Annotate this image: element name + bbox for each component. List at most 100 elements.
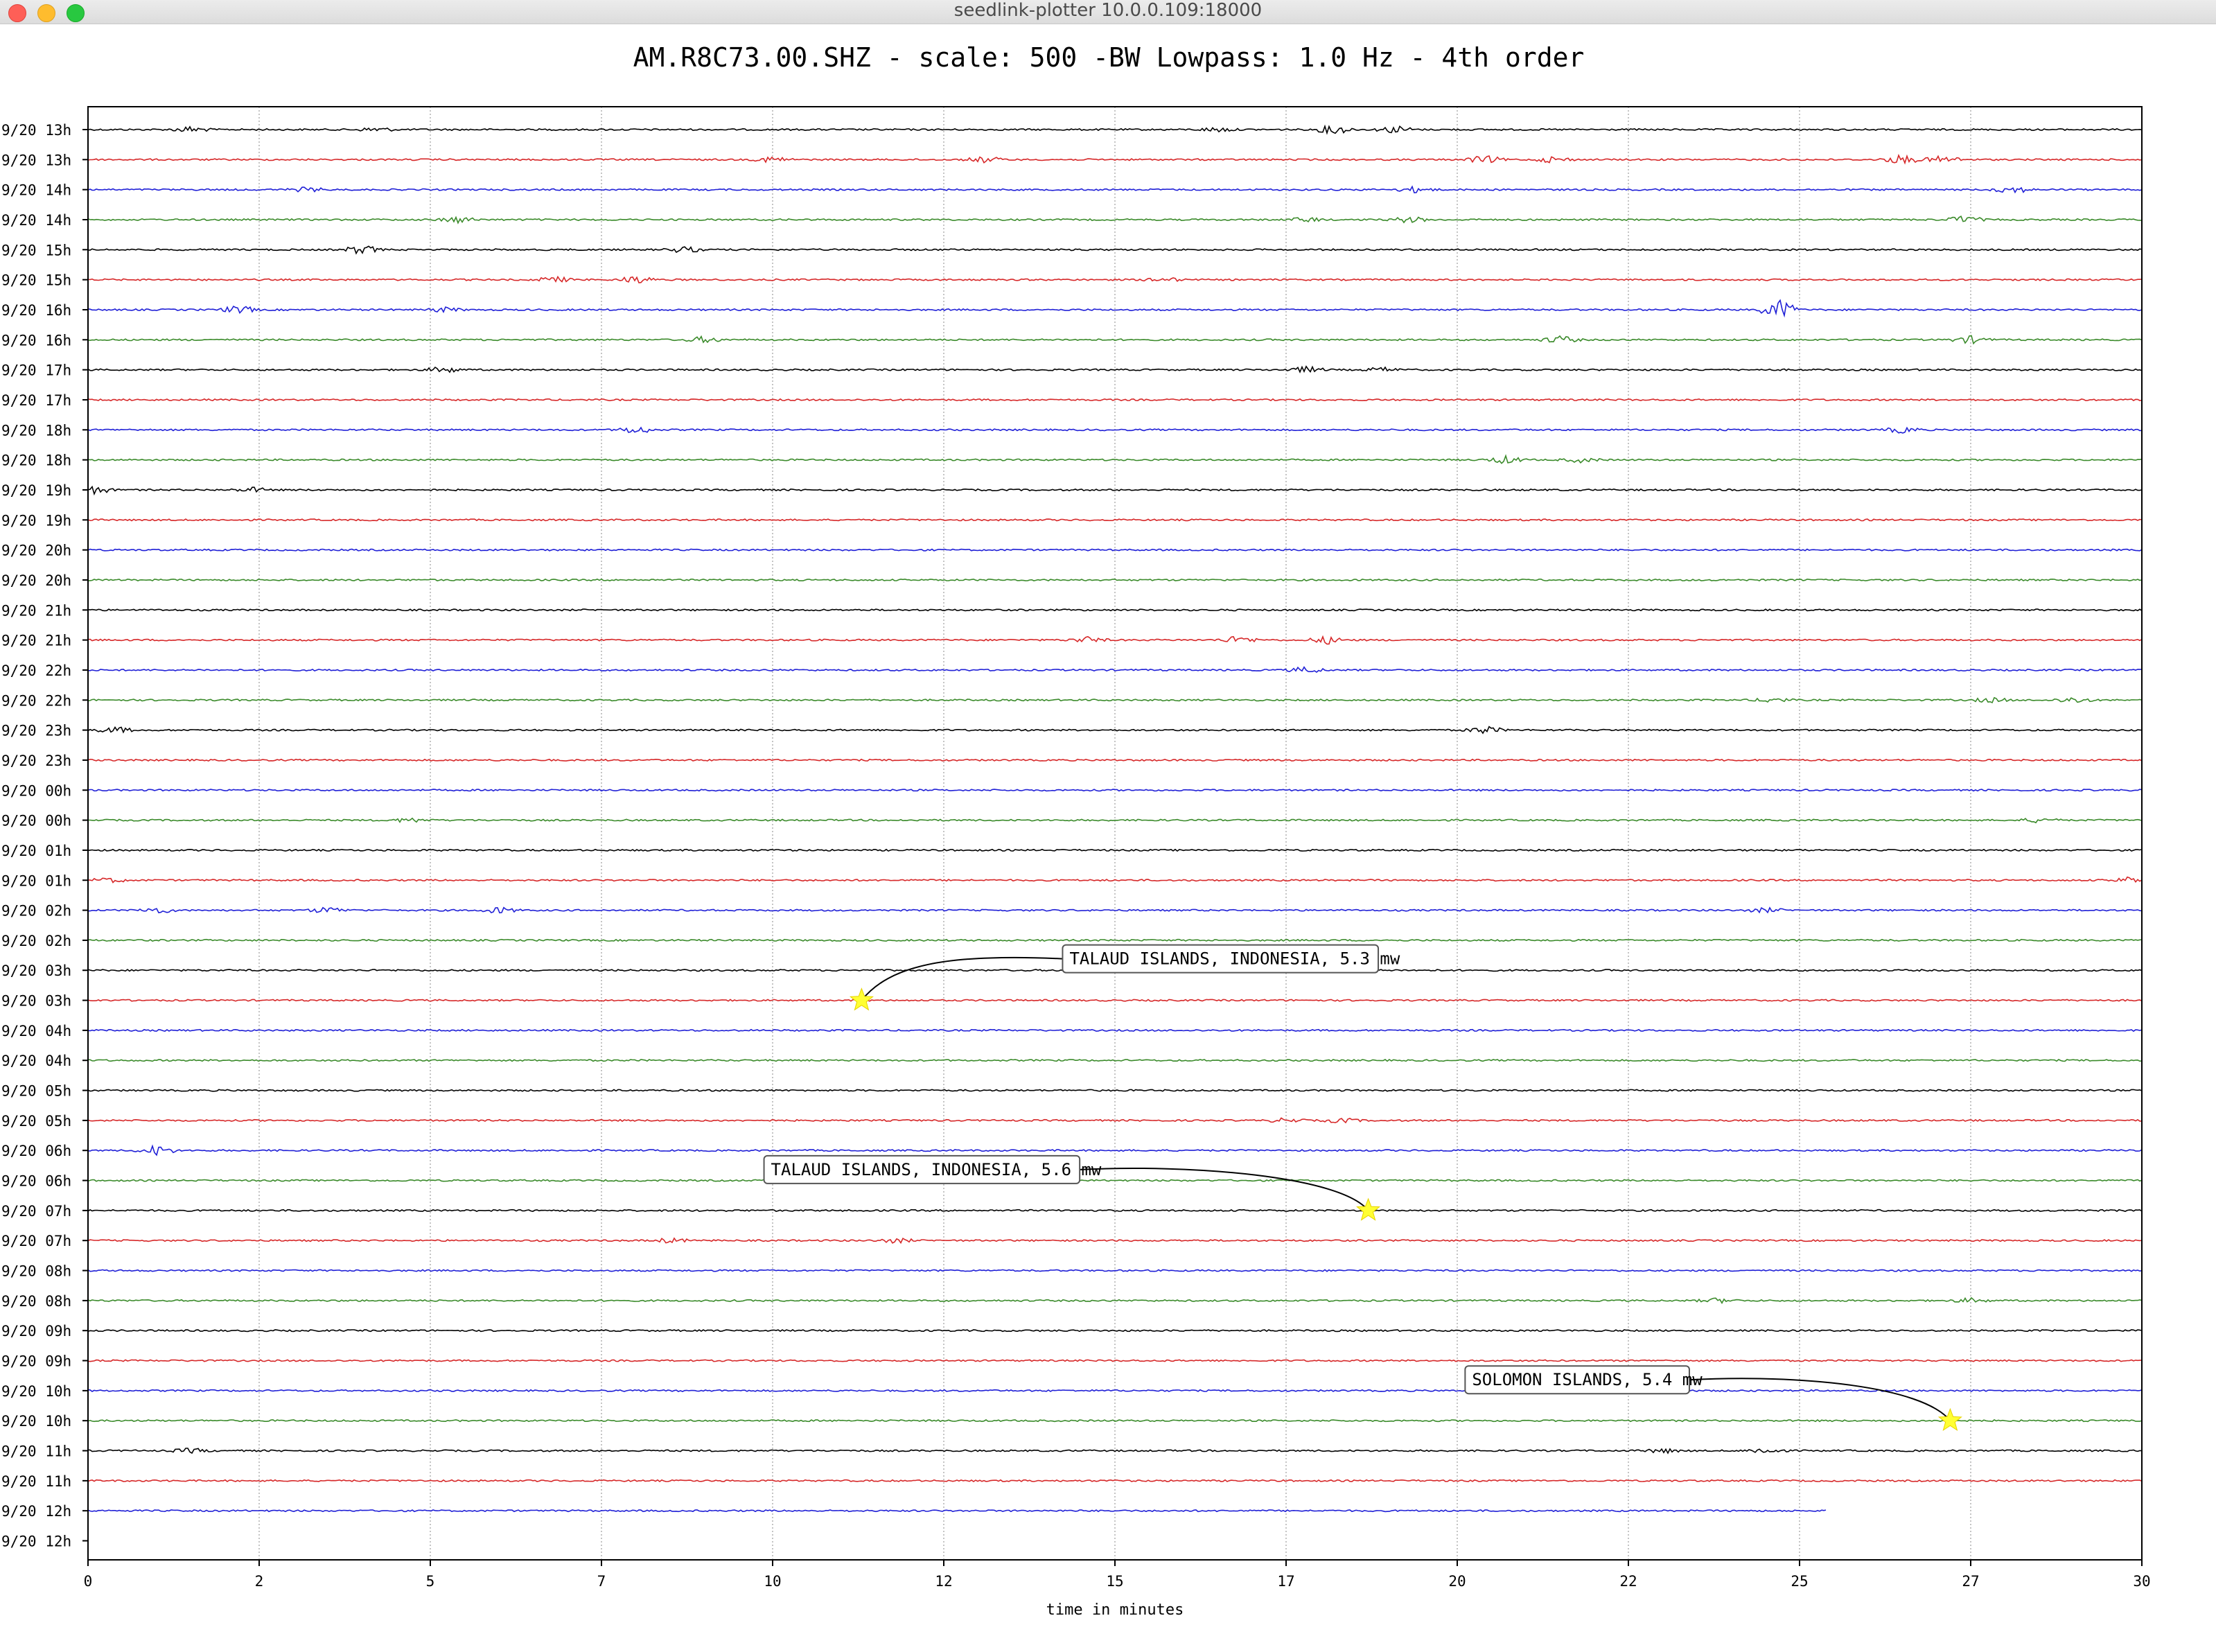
event-annotations: TALAUD ISLANDS, INDONESIA, 5.3 mw TALAUD … [763,944,1962,1432]
row-label: 9/20 23h [1,753,71,769]
row-label: 9/20 12h [1,1503,71,1520]
row-label: 9/20 12h [1,1534,71,1550]
event-label: TALAUD ISLANDS, INDONESIA, 5.3 mw [1069,949,1400,969]
row-label: 9/20 15h [1,272,71,289]
seismic-trace [87,1509,1827,1513]
seismic-trace [87,1269,2143,1272]
seismic-trace [87,1237,2143,1245]
plot-frame [87,106,2143,1561]
row-label: 9/20 05h [1,1113,71,1130]
row-label: 9/20 13h [1,122,71,139]
seismic-trace [88,1389,2143,1393]
x-tick-label: 30 [2133,1573,2150,1590]
row-label: 9/20 16h [1,332,71,349]
row-label: 9/20 06h [1,1173,71,1190]
seismic-trace [87,485,2143,496]
event-label: SOLOMON ISLANDS, 5.4 mw [1472,1370,1703,1389]
seismic-trace [87,1089,2143,1092]
event-star-icon [1937,1407,1962,1432]
row-label: 9/20 11h [1,1443,71,1460]
window-title: seedlink-plotter 10.0.0.109:18000 [953,0,1263,21]
event-connector-line [1080,1168,1369,1211]
row-label: 9/20 17h [1,392,71,409]
row-label: 9/20 02h [1,933,71,949]
row-label: 9/20 23h [1,723,71,739]
seismic-trace [87,1209,2143,1213]
row-label: 9/20 10h [1,1413,71,1430]
row-label: 9/20 00h [1,782,71,799]
row-labels: 9/20 13h 9/20 13h 9/20 14h 9/20 14h 9/20 15h… [1,122,88,1550]
row-label: 9/20 17h [1,362,71,379]
seismic-trace [87,426,2143,434]
seismic-trace [87,1479,2143,1482]
row-label: 9/20 10h [1,1383,71,1400]
x-tick-label: 2 [255,1573,264,1590]
event-connector-line [1689,1378,1951,1421]
row-label: 9/20 07h [1,1233,71,1249]
seismic-trace [87,938,2143,942]
x-tick-label: 15 [1106,1573,1123,1590]
x-tick-label: 22 [1619,1573,1637,1590]
x-tick-label: 5 [426,1573,435,1590]
row-label: 9/20 09h [1,1353,71,1370]
row-label: 9/20 08h [1,1263,71,1280]
event-connector-line [861,956,1063,1001]
x-axis-ticks: 0 2 5 7 10 12 15 17 20 22 25 27 30 [84,1560,2151,1590]
row-label: 9/20 08h [1,1293,71,1310]
row-label: 9/20 03h [1,963,71,979]
x-tick-label: 12 [935,1573,952,1590]
seismic-trace [88,578,2143,582]
x-tick-label: 25 [1791,1573,1808,1590]
row-label: 9/20 20h [1,572,71,589]
seismic-trace [87,666,2143,673]
row-label: 9/20 20h [1,543,71,559]
row-label: 9/20 01h [1,872,71,889]
row-label: 9/20 01h [1,843,71,859]
event-star-icon [1356,1197,1381,1221]
row-label: 9/20 07h [1,1203,71,1220]
row-label: 9/20 14h [1,212,71,229]
row-label: 9/20 18h [1,422,71,439]
row-label: 9/20 13h [1,152,71,168]
row-label: 9/20 22h [1,692,71,709]
x-axis-label: time in minutes [1046,1601,1184,1619]
row-label: 9/20 18h [1,452,71,469]
x-tick-label: 27 [1962,1573,1979,1590]
row-label: 9/20 00h [1,813,71,829]
row-label: 9/20 02h [1,903,71,920]
row-label: 9/20 14h [1,182,71,199]
row-label: 9/20 21h [1,602,71,619]
row-label: 9/20 19h [1,512,71,529]
x-tick-label: 20 [1448,1573,1466,1590]
row-label: 9/20 04h [1,1053,71,1069]
seismic-trace [87,848,2143,852]
chart-title: AM.R8C73.00.SHZ - scale: 500 -BW Lowpass… [633,42,1585,73]
row-label: 9/20 15h [1,242,71,258]
seismic-trace [87,758,2143,762]
seismic-trace [87,876,2143,884]
row-label: 9/20 09h [1,1323,71,1339]
window-titlebar: seedlink-plotter 10.0.0.109:18000 [0,0,2216,24]
x-tick-label: 17 [1277,1573,1294,1590]
seismic-trace [87,398,2143,402]
seismic-traces [87,124,2143,1513]
seismogram-plot: 9/20 13h 9/20 13h 9/20 14h 9/20 14h 9/20 15h… [1,42,2151,1619]
event-label: TALAUD ISLANDS, INDONESIA, 5.6 mw [771,1160,1102,1179]
row-label: 9/20 03h [1,993,71,1010]
row-label: 9/20 05h [1,1083,71,1100]
seismic-trace [87,1028,2143,1032]
row-label: 9/20 16h [1,302,71,319]
row-label: 9/20 06h [1,1143,71,1159]
x-tick-label: 10 [764,1573,781,1590]
grid-lines [258,107,1971,1560]
row-label: 9/20 22h [1,662,71,679]
row-label: 9/20 21h [1,633,71,649]
seismic-trace [87,518,2143,522]
seismic-trace [88,817,2143,824]
row-label: 9/20 11h [1,1473,71,1490]
x-tick-label: 7 [597,1573,606,1590]
row-label: 9/20 19h [1,482,71,499]
row-label: 9/20 04h [1,1023,71,1039]
seismic-trace [87,696,2143,704]
x-tick-label: 0 [84,1573,93,1590]
